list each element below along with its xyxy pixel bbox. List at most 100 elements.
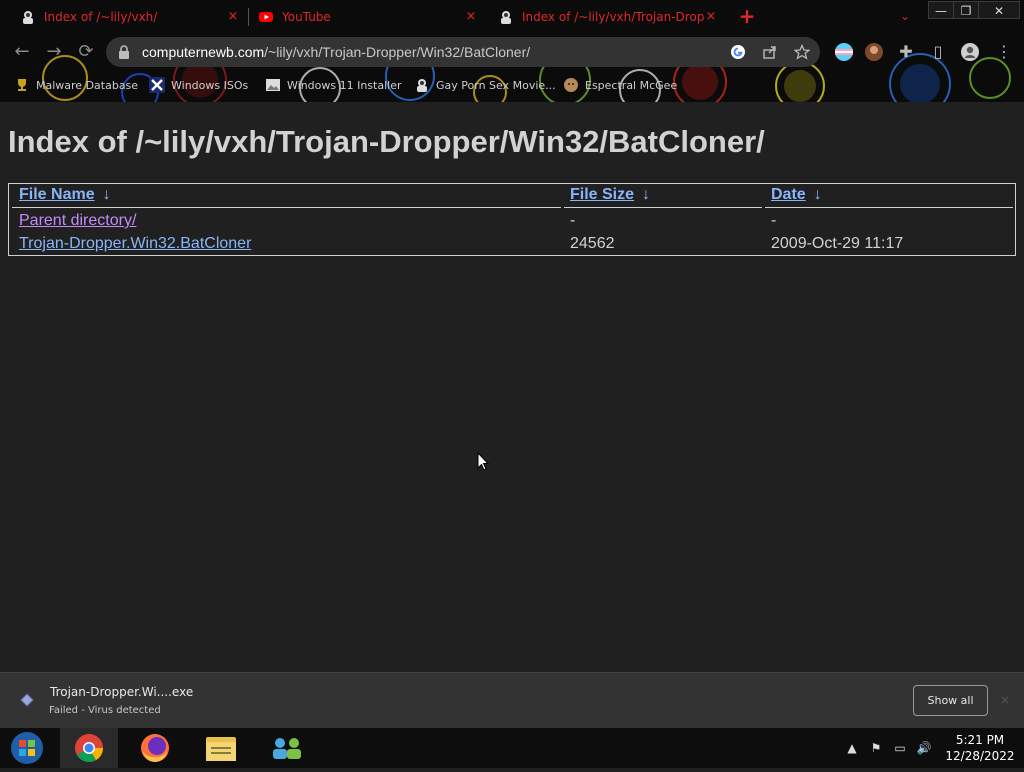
bookmarks-bar: Malware Database Windows ISOs Windows 11… bbox=[0, 72, 1024, 98]
page-title: Index of /~lily/vxh/Trojan-Dropper/Win32… bbox=[8, 124, 765, 159]
youtube-icon bbox=[259, 12, 273, 22]
download-filename[interactable]: Trojan-Dropper.Wi....exe bbox=[50, 685, 193, 699]
tab-batcloner[interactable]: Index of /~lily/vxh/Trojan-Dropp × bbox=[490, 0, 726, 34]
sort-by-name-link[interactable]: File Name bbox=[19, 186, 95, 203]
taskbar-firefox[interactable] bbox=[126, 728, 184, 768]
trans-flag-extension-icon[interactable] bbox=[834, 42, 854, 62]
tab-close-icon[interactable]: × bbox=[464, 10, 478, 24]
reload-button[interactable]: ⟳ bbox=[76, 42, 96, 62]
download-status: Failed - Virus detected bbox=[49, 705, 161, 716]
extension-icon[interactable]: ✚ bbox=[896, 42, 916, 62]
side-panel-icon[interactable]: ▯ bbox=[928, 42, 948, 62]
file-diamond-icon bbox=[20, 693, 34, 707]
bookmark-windows-11-installer[interactable]: Windows 11 Installer bbox=[265, 76, 402, 94]
close-window-button[interactable]: ✕ bbox=[978, 1, 1020, 19]
star-icon[interactable] bbox=[794, 44, 810, 60]
profile-icon[interactable] bbox=[960, 42, 980, 62]
taskbar-chrome[interactable] bbox=[60, 728, 118, 768]
show-all-button[interactable]: Show all bbox=[913, 685, 988, 716]
file-size-cell: 24562 bbox=[570, 235, 615, 252]
tab-separator bbox=[248, 8, 249, 26]
tab-strip: Index of /~lily/vxh/ × YouTube × Index o… bbox=[0, 0, 1024, 34]
clock-time: 5:21 PM bbox=[955, 733, 1005, 747]
x-logo-icon bbox=[149, 77, 165, 93]
column-header-file-name[interactable]: File Name ↓ bbox=[19, 186, 111, 206]
sort-by-size-link[interactable]: File Size bbox=[570, 186, 634, 203]
header-divider bbox=[765, 207, 1013, 208]
bookmark-label: Gay Porn Sex Movie... bbox=[436, 78, 556, 92]
file-name-cell: Trojan-Dropper.Win32.BatCloner bbox=[19, 235, 251, 253]
file-name-cell: Parent directory/ bbox=[19, 212, 136, 230]
address-bar[interactable]: computernewb.com/~lily/vxh/Trojan-Droppe… bbox=[106, 37, 820, 67]
hoodie-favicon-icon bbox=[23, 11, 33, 24]
bookmark-espectral-mcgee[interactable]: Espectral McGee bbox=[563, 76, 677, 94]
page-content: Index of /~lily/vxh/Trojan-Dropper/Win32… bbox=[0, 102, 1024, 672]
sort-by-date-link[interactable]: Date bbox=[771, 186, 806, 203]
url-host: computernewb.com bbox=[142, 44, 265, 60]
bookmark-gay-porn-sex-movie[interactable]: Gay Porn Sex Movie... bbox=[414, 76, 556, 94]
image-icon bbox=[266, 79, 280, 91]
file-explorer-icon bbox=[206, 737, 236, 761]
url-path: /~lily/vxh/Trojan-Dropper/Win32/BatClone… bbox=[264, 44, 531, 60]
google-lens-icon[interactable] bbox=[730, 44, 746, 60]
taskbar-file-explorer[interactable] bbox=[192, 728, 250, 768]
lock-icon[interactable] bbox=[118, 45, 130, 59]
system-clock[interactable]: 5:21 PM 12/28/2022 bbox=[940, 732, 1020, 764]
tab-title: Index of /~lily/vxh/ bbox=[44, 10, 158, 24]
tab-close-icon[interactable]: × bbox=[704, 10, 718, 24]
chrome-icon bbox=[75, 734, 103, 762]
tab-close-icon[interactable]: × bbox=[226, 10, 240, 24]
tab-title: Index of /~lily/vxh/Trojan-Dropp bbox=[522, 10, 704, 24]
mouse-cursor-icon bbox=[477, 452, 489, 471]
clock-date: 12/28/2022 bbox=[945, 749, 1015, 763]
volume-icon[interactable]: 🔊 bbox=[916, 740, 932, 756]
close-shelf-icon[interactable]: × bbox=[998, 693, 1012, 707]
sort-arrow-icon[interactable]: ↓ bbox=[103, 186, 111, 203]
bookmark-label: Malware Database bbox=[36, 78, 139, 92]
action-center-flag-icon[interactable]: ⚑ bbox=[868, 740, 884, 756]
tab-title: YouTube bbox=[282, 10, 331, 24]
share-icon[interactable] bbox=[762, 44, 778, 60]
file-link[interactable]: Trojan-Dropper.Win32.BatCloner bbox=[19, 235, 251, 252]
date-cell: - bbox=[771, 212, 777, 229]
bookmark-label: Windows 11 Installer bbox=[287, 78, 402, 92]
show-hidden-icons-chevron-icon[interactable]: ▲ bbox=[844, 740, 860, 756]
avatar-extension-icon[interactable] bbox=[864, 42, 884, 62]
forward-button[interactable]: → bbox=[44, 42, 64, 62]
parent-directory-link[interactable]: Parent directory/ bbox=[19, 212, 136, 229]
bookmark-label: Espectral McGee bbox=[585, 78, 678, 92]
header-divider bbox=[564, 207, 762, 208]
tab-index-vxh[interactable]: Index of /~lily/vxh/ × bbox=[12, 0, 248, 34]
header-divider bbox=[12, 207, 561, 208]
tab-youtube[interactable]: YouTube × bbox=[250, 0, 486, 34]
column-header-date[interactable]: Date ↓ bbox=[771, 186, 822, 206]
date-cell: 2009-Oct-29 11:17 bbox=[771, 235, 904, 252]
minimize-button[interactable]: — bbox=[928, 1, 954, 19]
tab-search-icon[interactable]: ⌄ bbox=[896, 9, 914, 23]
network-people-icon bbox=[273, 738, 301, 759]
bookmark-malware-database[interactable]: Malware Database bbox=[14, 76, 138, 94]
file-size-cell: - bbox=[570, 212, 576, 229]
menu-icon[interactable]: ⋮ bbox=[994, 42, 1014, 62]
hoodie-favicon-icon bbox=[501, 11, 511, 24]
new-tab-button[interactable]: + bbox=[737, 6, 757, 26]
sort-arrow-icon[interactable]: ↓ bbox=[814, 186, 822, 203]
bookmark-windows-isos[interactable]: Windows ISOs bbox=[149, 76, 248, 94]
column-header-file-size[interactable]: File Size ↓ bbox=[570, 186, 650, 206]
sort-arrow-icon[interactable]: ↓ bbox=[642, 186, 650, 203]
network-icon[interactable]: ▭ bbox=[892, 740, 908, 756]
download-shelf: Trojan-Dropper.Wi....exe Failed - Virus … bbox=[0, 672, 1024, 728]
taskbar: ▲ ⚑ ▭ 🔊 5:21 PM 12/28/2022 bbox=[0, 728, 1024, 768]
maximize-button[interactable]: ❐ bbox=[953, 1, 979, 19]
start-button[interactable] bbox=[0, 728, 58, 768]
browser-chrome: Index of /~lily/vxh/ × YouTube × Index o… bbox=[0, 0, 1024, 102]
face-icon bbox=[564, 78, 578, 92]
taskbar-network-app[interactable] bbox=[258, 728, 316, 768]
url-text[interactable]: computernewb.com/~lily/vxh/Trojan-Droppe… bbox=[142, 44, 530, 60]
trophy-icon bbox=[18, 79, 26, 91]
hoodie-icon bbox=[417, 79, 427, 92]
start-orb-icon bbox=[11, 732, 43, 764]
bookmark-label: Windows ISOs bbox=[171, 78, 249, 92]
firefox-icon bbox=[141, 734, 169, 762]
back-button[interactable]: ← bbox=[12, 42, 32, 62]
